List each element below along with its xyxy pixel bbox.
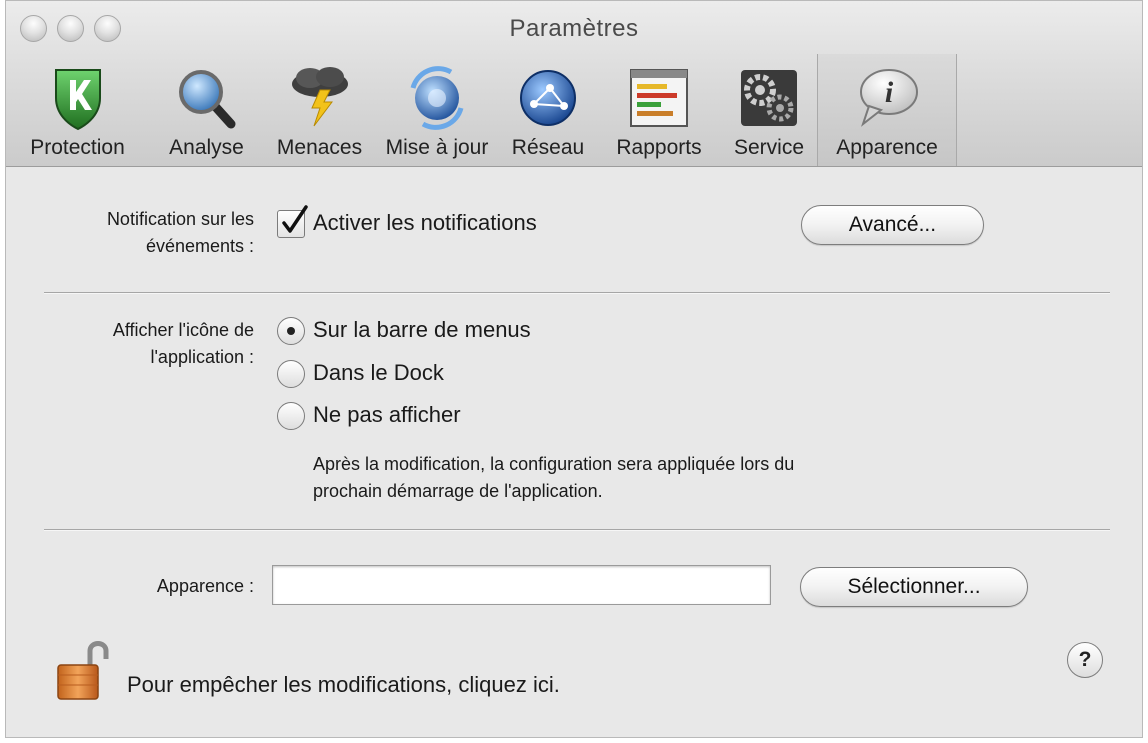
toolbar-item-mise-a-jour[interactable]: Mise à jour xyxy=(375,54,499,166)
network-globe-icon xyxy=(512,62,584,132)
padlock-open-icon[interactable] xyxy=(54,637,114,703)
separator xyxy=(44,529,1110,531)
appearance-input[interactable] xyxy=(272,565,771,605)
help-button[interactable]: ? xyxy=(1067,642,1103,678)
lock-message[interactable]: Pour empêcher les modifications, cliquez… xyxy=(127,672,560,698)
info-bubble-icon: i xyxy=(851,62,923,132)
radio-dock[interactable] xyxy=(277,360,305,388)
radio-menu-bar[interactable] xyxy=(277,317,305,345)
toolbar-item-analyse[interactable]: Analyse xyxy=(149,54,264,166)
radio-dock-label[interactable]: Dans le Dock xyxy=(313,360,444,386)
toolbar-item-reseau[interactable]: Réseau xyxy=(499,54,597,166)
kaspersky-shield-icon xyxy=(42,62,114,132)
title-bar: Paramètres Protection Analyse Menaces Mi… xyxy=(6,1,1142,167)
storm-cloud-icon xyxy=(284,62,356,132)
toolbar-item-apparence[interactable]: i Apparence xyxy=(817,54,957,166)
toolbar-item-menaces[interactable]: Menaces xyxy=(264,54,375,166)
radio-menu-bar-label[interactable]: Sur la barre de menus xyxy=(313,317,531,343)
restart-note: Après la modification, la configuration … xyxy=(313,454,795,501)
notification-label: Notification sur les événements : xyxy=(106,209,254,256)
toolbar: Protection Analyse Menaces Mise à jour R… xyxy=(6,54,957,166)
appearance-pane: Notification sur les événements : Active… xyxy=(6,167,1142,737)
update-globe-icon xyxy=(401,62,473,132)
appearance-label: Apparence : xyxy=(156,576,254,596)
window-title: Paramètres xyxy=(509,15,639,42)
radio-hide[interactable] xyxy=(277,402,305,430)
toolbar-item-protection[interactable]: Protection xyxy=(6,54,149,166)
select-button[interactable]: Sélectionner... xyxy=(800,567,1028,607)
toolbar-item-rapports[interactable]: Rapports xyxy=(597,54,721,166)
app-icon-label: Afficher l'icône de l'application : xyxy=(112,320,254,367)
svg-text:i: i xyxy=(885,76,894,109)
separator xyxy=(44,292,1110,294)
toolbar-item-service[interactable]: Service xyxy=(721,54,817,166)
advanced-button[interactable]: Avancé... xyxy=(801,205,984,245)
report-sheet-icon xyxy=(623,62,695,132)
settings-window: Paramètres Protection Analyse Menaces Mi… xyxy=(5,0,1143,738)
enable-notifications-checkbox[interactable] xyxy=(277,205,308,238)
magnifier-icon xyxy=(171,62,243,132)
gears-icon xyxy=(733,62,805,132)
radio-hide-label[interactable]: Ne pas afficher xyxy=(313,402,461,428)
enable-notifications-label[interactable]: Activer les notifications xyxy=(313,210,537,236)
